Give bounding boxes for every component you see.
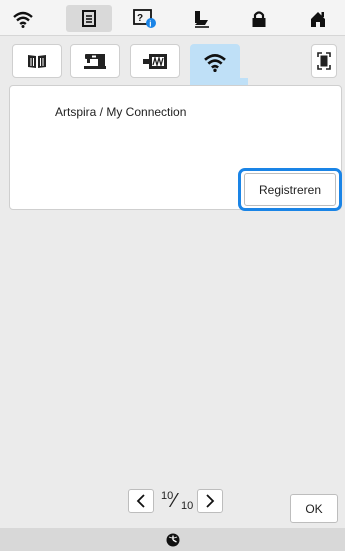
page-total: 10 [181, 500, 194, 512]
home-icon [311, 11, 325, 27]
prev-page-button[interactable] [128, 489, 154, 513]
tab-sewing-machine[interactable] [70, 44, 120, 78]
next-page-button[interactable] [197, 489, 223, 513]
lock-icon [252, 10, 266, 27]
fullscreen-button[interactable] [311, 44, 337, 78]
clock-icon [166, 533, 179, 546]
page-slash: ⁄ [173, 490, 177, 512]
book-icon [28, 55, 46, 68]
page-indicator: 10 ⁄ 10 [158, 490, 198, 516]
connection-title: Artspira / My Connection [55, 105, 187, 119]
wifi-icon [204, 54, 226, 72]
thread-button[interactable] [180, 5, 226, 32]
lock-button[interactable] [236, 5, 282, 32]
fullscreen-icon [317, 52, 331, 70]
page-current: 10 [161, 490, 174, 502]
register-button[interactable]: Registreren [244, 173, 336, 206]
status-bar [0, 528, 345, 551]
chevron-left-icon [136, 494, 145, 508]
home-button[interactable] [295, 5, 341, 32]
top-toolbar [0, 0, 345, 36]
svg-text:i: i [149, 19, 151, 28]
svg-text:?: ? [137, 13, 143, 24]
thread-icon [195, 10, 209, 28]
tab-network[interactable] [190, 44, 240, 80]
help-button[interactable]: ? i [122, 5, 168, 32]
document-icon [82, 10, 96, 27]
register-button-highlight[interactable]: Registreren [238, 168, 342, 211]
embroidery-icon [143, 53, 167, 69]
document-button[interactable] [66, 5, 112, 32]
wifi-settings-button[interactable] [0, 5, 46, 32]
ok-button[interactable]: OK [290, 494, 338, 523]
tab-book[interactable] [12, 44, 62, 78]
sewing-machine-icon [84, 53, 106, 69]
tab-embroidery[interactable] [130, 44, 180, 78]
wifi-icon [13, 11, 33, 28]
help-question-icon: ? i [133, 8, 156, 28]
chevron-right-icon [206, 494, 215, 508]
